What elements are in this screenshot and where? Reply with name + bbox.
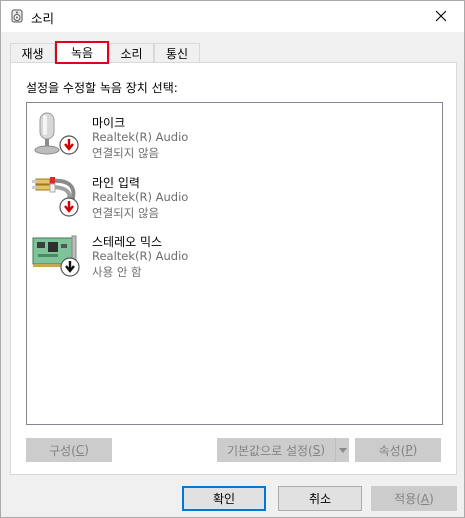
device-state: 사용 안 함 <box>92 265 142 279</box>
window-title: 소리 <box>31 11 55 26</box>
tab-recording[interactable]: 녹음 <box>55 41 109 64</box>
device-name: 라인 입력 <box>92 176 140 190</box>
tab-communications[interactable]: 통신 <box>154 43 200 63</box>
device-driver: Realtek(R) Audio <box>92 190 189 204</box>
ok-button[interactable]: 확인 <box>182 486 266 511</box>
configure-button[interactable]: 구성(C) <box>26 438 112 462</box>
unplugged-badge-icon <box>59 197 79 217</box>
close-button[interactable] <box>418 1 464 31</box>
device-item-stereo-mix[interactable]: 스테레오 믹스 Realtek(R) Audio 사용 안 함 <box>32 230 432 288</box>
instruction-text: 설정을 수정할 녹음 장치 선택: <box>26 81 178 95</box>
close-icon <box>435 10 447 22</box>
device-list[interactable]: 마이크 Realtek(R) Audio 연결되지 않음 라인 입력 Realt… <box>26 102 443 425</box>
tab-playback[interactable]: 재생 <box>10 43 55 63</box>
device-driver: Realtek(R) Audio <box>92 249 189 263</box>
line-in-cable-icon <box>32 177 79 217</box>
title-bar: 소리 <box>1 1 464 32</box>
microphone-icon <box>34 112 79 155</box>
unplugged-badge-icon <box>59 135 79 155</box>
chevron-down-icon <box>338 447 347 453</box>
speaker-icon <box>11 9 23 23</box>
set-default-dropdown[interactable] <box>335 438 349 462</box>
device-name: 마이크 <box>92 116 126 130</box>
device-item-line-in[interactable]: 라인 입력 Realtek(R) Audio 연결되지 않음 <box>32 171 432 229</box>
device-state: 연결되지 않음 <box>92 146 160 160</box>
sound-dialog: 소리 재생 녹음 소리 통신 설정을 수정할 녹음 장치 선택: 마이크 Rea… <box>0 0 465 518</box>
apply-button[interactable]: 적용(A) <box>371 486 457 511</box>
set-default-button[interactable]: 기본값으로 설정(S) <box>217 438 335 462</box>
disabled-badge-icon <box>60 257 80 277</box>
recording-panel: 설정을 수정할 녹음 장치 선택: 마이크 Realtek(R) Audio 연… <box>10 62 457 475</box>
device-state: 연결되지 않음 <box>92 206 160 220</box>
device-item-microphone[interactable]: 마이크 Realtek(R) Audio 연결되지 않음 <box>32 111 432 169</box>
tab-sounds[interactable]: 소리 <box>109 43 154 63</box>
properties-button[interactable]: 속성(P) <box>355 438 441 462</box>
device-driver: Realtek(R) Audio <box>92 130 189 144</box>
sound-card-icon <box>32 235 80 277</box>
device-name: 스테레오 믹스 <box>92 235 163 249</box>
cancel-button[interactable]: 취소 <box>278 486 362 511</box>
